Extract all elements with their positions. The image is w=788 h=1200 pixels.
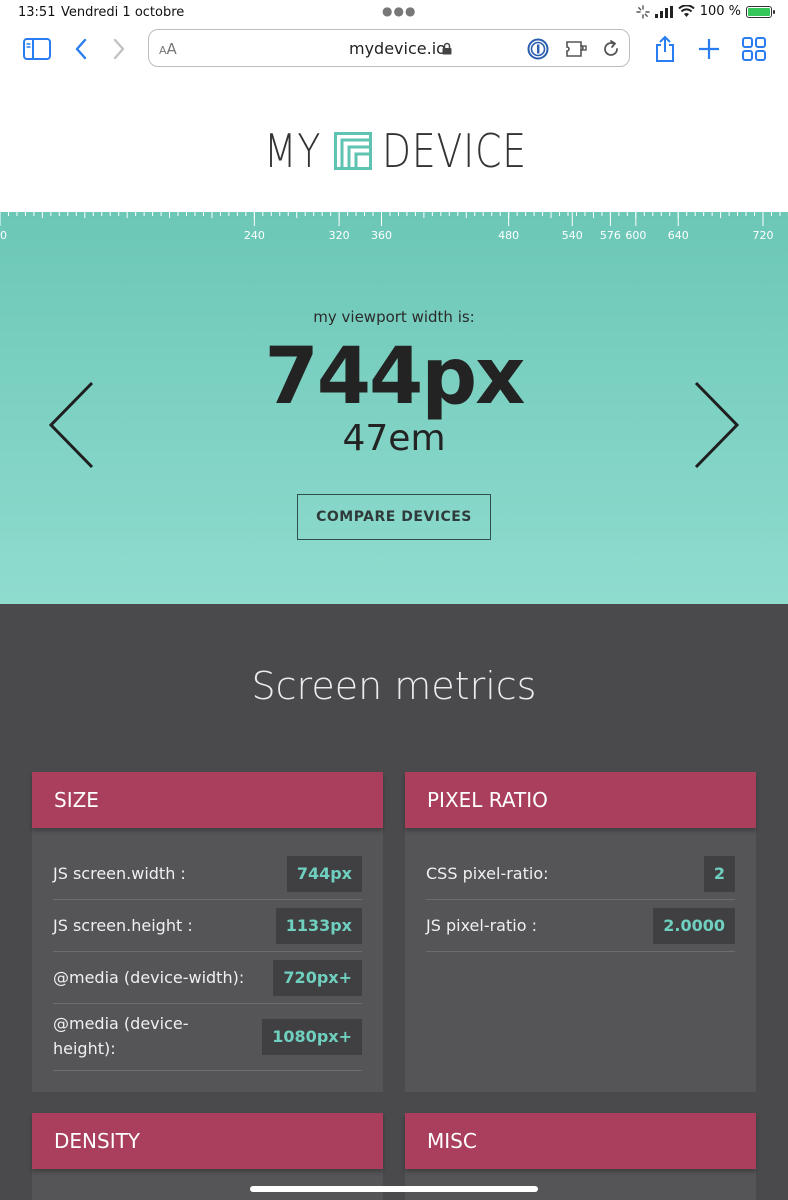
ruler-label: 576	[600, 229, 621, 242]
address-bar[interactable]: AAAA mydevice.io	[148, 29, 630, 67]
status-bar: 13:51 Vendredi 1 octobre ●●● 100 %	[0, 0, 788, 26]
sidebar-icon	[23, 38, 51, 60]
metric-row: @media (device-width): 720px+	[53, 952, 362, 1004]
multitasking-dots-icon[interactable]: ●●●	[382, 4, 416, 18]
ruler-label: 240	[244, 229, 265, 242]
home-indicator[interactable]	[250, 1186, 538, 1192]
metric-value: 744px	[286, 856, 362, 892]
site-logo[interactable]: MY DEVICE	[264, 124, 559, 178]
ruler-label: 0	[0, 229, 7, 242]
sidebar-toggle-button[interactable]	[22, 35, 52, 63]
pixel-ratio-card: PIXEL RATIO CSS pixel-ratio: 2 JS pixel-…	[405, 772, 756, 1092]
chevron-left-icon	[75, 38, 87, 60]
metric-value: 2	[703, 856, 735, 892]
ruler-label: 600	[625, 229, 646, 242]
plus-icon	[699, 39, 719, 59]
forward-button[interactable]	[104, 35, 134, 63]
logo-text-right: DEVICE	[382, 124, 527, 178]
metric-row: JS screen.width : 744px	[53, 848, 362, 900]
logo-mark-icon	[334, 132, 372, 170]
status-date: Vendredi 1 octobre	[61, 5, 185, 20]
url-text: mydevice.io	[349, 39, 446, 58]
text-size-button[interactable]: AAAA	[159, 40, 177, 58]
password-manager-icon[interactable]	[527, 38, 549, 60]
metric-label: CSS pixel-ratio:	[426, 864, 549, 883]
new-tab-button[interactable]	[694, 35, 724, 63]
status-time: 13:51	[18, 5, 56, 20]
tabs-grid-icon	[742, 37, 766, 61]
card-title: PIXEL RATIO	[405, 772, 756, 828]
ruler-label: 360	[371, 229, 392, 242]
tabs-overview-button[interactable]	[739, 35, 769, 63]
ruler-label: 540	[562, 229, 583, 242]
viewport-label: my viewport width is:	[313, 308, 475, 326]
back-button[interactable]	[66, 35, 96, 63]
metric-value: 1080px+	[262, 1019, 362, 1055]
site-header: MY DEVICE	[0, 74, 788, 212]
previous-arrow-icon[interactable]	[46, 380, 98, 470]
metric-label: JS screen.width :	[53, 864, 186, 883]
chevron-right-icon	[113, 38, 125, 60]
metric-value: 1133px	[275, 908, 362, 944]
section-title: Screen metrics	[251, 664, 537, 708]
ruler-label: 720	[753, 229, 774, 242]
metric-row: JS pixel-ratio : 2.0000	[426, 900, 735, 952]
card-title: SIZE	[32, 772, 383, 828]
metric-row: JS screen.height : 1133px	[53, 900, 362, 952]
reload-icon[interactable]	[601, 39, 621, 59]
wifi-icon	[677, 5, 695, 17]
share-icon	[656, 35, 674, 62]
browser-toolbar: AAAA mydevice.io	[0, 26, 788, 74]
compare-devices-button[interactable]: COMPARE DEVICES	[297, 494, 491, 540]
next-arrow-icon[interactable]	[690, 380, 742, 470]
viewport-width-em: 47em	[342, 418, 446, 459]
metric-label: @media (device-width):	[53, 968, 245, 987]
logo-text-left: MY	[264, 124, 322, 178]
metric-row: CSS pixel-ratio: 2	[426, 848, 735, 900]
loading-icon	[635, 4, 650, 19]
width-ruler: 0 240 320 360 480 540 576 600 640 720	[0, 212, 788, 242]
metric-label: JS pixel-ratio :	[426, 916, 537, 935]
metric-label: JS screen.height :	[53, 916, 193, 935]
size-card: SIZE JS screen.width : 744px JS screen.h…	[32, 772, 383, 1092]
battery-icon	[746, 5, 775, 18]
ruler-label: 640	[668, 229, 689, 242]
ruler-label: 320	[329, 229, 350, 242]
battery-percent: 100 %	[699, 4, 741, 19]
signal-icon	[654, 5, 673, 18]
lock-icon	[442, 42, 452, 55]
share-button[interactable]	[650, 35, 680, 63]
extension-icon[interactable]	[565, 40, 589, 58]
metric-label: @media (device-height):	[53, 1014, 189, 1058]
viewport-hero: 0 240 320 360 480 540 576 600 640 720 my viewport…	[0, 212, 788, 604]
metric-value: 2.0000	[653, 908, 735, 944]
viewport-width-px: 744px	[264, 332, 526, 422]
metric-row: @media (device-height): 1080px+	[53, 1004, 362, 1071]
metric-value: 720px+	[273, 960, 362, 996]
card-title: DENSITY	[32, 1113, 383, 1169]
card-title: MISC	[405, 1113, 756, 1169]
status-indicators: 100 %	[635, 4, 775, 19]
ruler-label: 480	[498, 229, 519, 242]
screen-metrics-section: Screen metrics SIZE JS screen.width : 74…	[0, 604, 788, 1200]
